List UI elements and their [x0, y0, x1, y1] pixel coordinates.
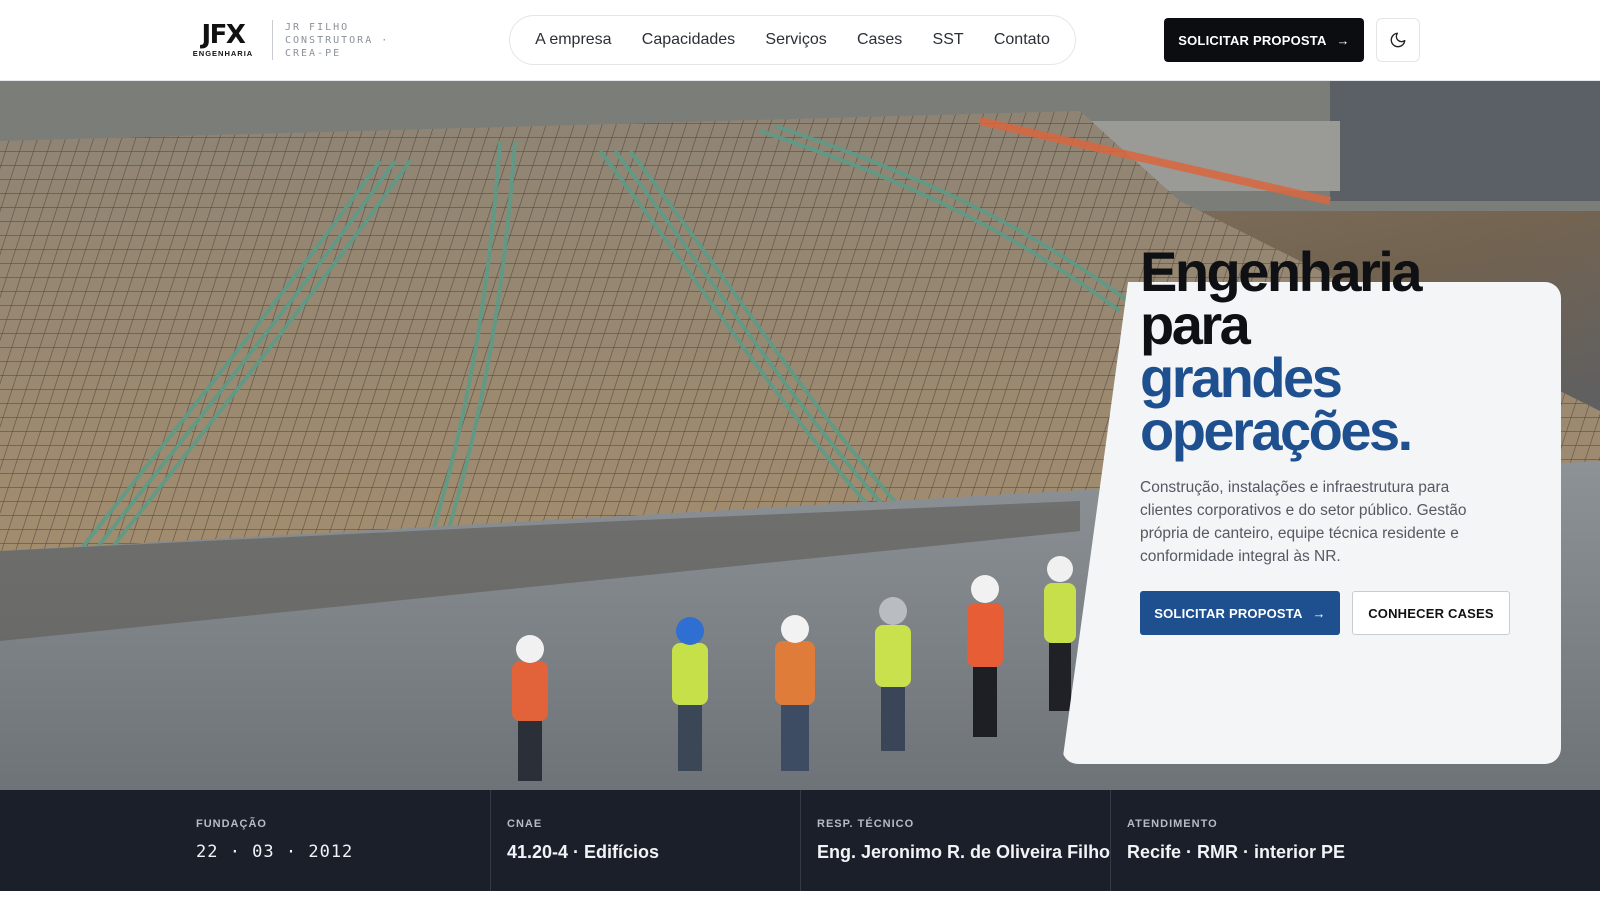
fact-value: Eng. Jeronimo R. de Oliveira Filho	[817, 842, 1111, 862]
nav-item-empresa[interactable]: A empresa	[535, 31, 611, 49]
logo-letters: JFX	[201, 20, 246, 50]
nav-item-cases[interactable]: Cases	[857, 31, 902, 49]
fact-technical-lead: RESP. TÉCNICO Eng. Jeronimo R. de Olivei…	[800, 790, 1110, 891]
fact-service-area: ATENDIMENTO Recife · RMR · interior PE	[1110, 790, 1420, 891]
tagline-line: CREA-PE	[285, 47, 342, 59]
fact-cnae: CNAE 41.20-4 · Edifícios	[490, 790, 800, 891]
site-header: JFX ENGENHARIA JR FILHO CONSTRUTORA · CR…	[0, 0, 1600, 81]
nav-item-capacidades[interactable]: Capacidades	[642, 31, 735, 49]
request-proposal-button[interactable]: SOLICITAR PROPOSTA →	[1140, 591, 1340, 635]
nav-item-sst[interactable]: SST	[933, 31, 964, 49]
hero-description: Construção, instalações e infraestrutura…	[1140, 479, 1467, 565]
tagline-line: CONSTRUTORA ·	[285, 34, 390, 46]
hero-title: Engenharia para grandes operações.	[1140, 240, 1540, 462]
fact-foundation: FUNDAÇÃO 22 · 03 · 2012	[180, 790, 490, 891]
main-nav: A empresa Capacidades Serviços Cases SST…	[509, 15, 1076, 65]
hero-title-line: para	[1140, 293, 1251, 356]
logo-mark: JFX ENGENHARIA	[192, 22, 254, 58]
nav-item-servicos[interactable]: Serviços	[765, 31, 826, 49]
brand-logo[interactable]: JFX ENGENHARIA JR FILHO CONSTRUTORA · CR…	[192, 20, 389, 60]
nav-item-contato[interactable]: Contato	[994, 31, 1050, 49]
request-proposal-label: SOLICITAR PROPOSTA	[1178, 32, 1327, 48]
hero-title-accent-line: operações.	[1140, 399, 1413, 462]
moon-icon	[1390, 32, 1406, 48]
fact-value: Recife · RMR · interior PE	[1127, 842, 1346, 862]
hero-title-accent-line: grandes	[1140, 346, 1343, 409]
request-proposal-label: SOLICITAR PROPOSTA	[1154, 605, 1303, 621]
view-cases-button[interactable]: CONHECER CASES	[1352, 591, 1510, 635]
company-facts-bar: FUNDAÇÃO 22 · 03 · 2012 CNAE 41.20-4 · E…	[0, 790, 1600, 891]
fact-value: 22 · 03 · 2012	[196, 842, 354, 862]
fact-label: RESP. TÉCNICO	[817, 818, 915, 830]
theme-toggle-button[interactable]	[1376, 18, 1420, 62]
tagline-line: JR FILHO	[285, 21, 350, 33]
logo-divider	[272, 20, 273, 60]
arrow-right-icon: →	[1336, 32, 1350, 48]
fact-label: ATENDIMENTO	[1127, 818, 1218, 830]
brand-tagline: JR FILHO CONSTRUTORA · CREA-PE	[285, 21, 389, 60]
hero-title-line: Engenharia	[1140, 240, 1422, 303]
fact-value: 41.20-4 · Edifícios	[507, 842, 660, 862]
fact-label: CNAE	[507, 818, 543, 830]
arrow-right-icon: →	[1312, 605, 1326, 621]
page-bottom-strip	[0, 891, 1600, 900]
fact-label: FUNDAÇÃO	[196, 818, 267, 830]
request-proposal-button-header[interactable]: SOLICITAR PROPOSTA →	[1164, 18, 1364, 62]
logo-subtitle: ENGENHARIA	[192, 49, 254, 58]
